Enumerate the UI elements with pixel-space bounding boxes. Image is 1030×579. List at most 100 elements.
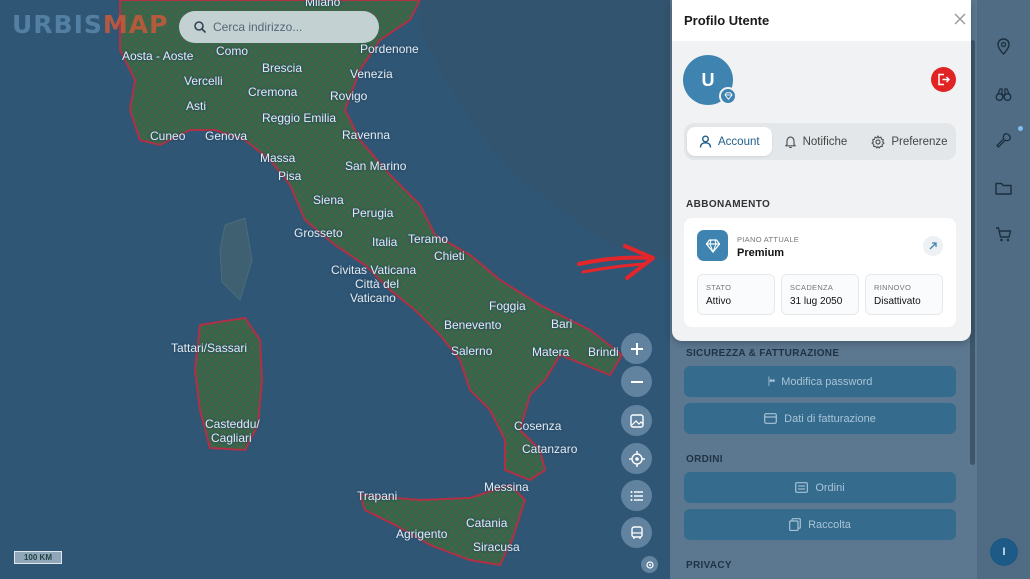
orders-section-title: ORDINI [686, 454, 723, 465]
city-label: Cuneo [150, 129, 186, 143]
search-input[interactable] [213, 20, 363, 34]
locate-me-button[interactable] [621, 443, 652, 474]
stat-status: STATO Attivo [697, 274, 775, 315]
city-label: Siena [313, 193, 344, 207]
tab-account[interactable]: Account [687, 127, 772, 156]
address-search-box[interactable] [179, 11, 379, 43]
wrench-icon[interactable] [995, 132, 1012, 149]
map-settings-button[interactable] [641, 556, 658, 573]
card-title: Profilo Utente [684, 13, 770, 28]
profile-tabs: Account Notifiche Preferenze [684, 123, 956, 160]
documents-icon [789, 518, 801, 531]
user-avatar-button[interactable]: I [990, 538, 1018, 566]
orders-button[interactable]: Ordini [684, 472, 956, 503]
profile-card: Profilo Utente U Account Notifiche Prefe… [672, 0, 971, 341]
city-label: Perugia [352, 206, 394, 220]
city-label: Bari [551, 317, 573, 331]
close-icon[interactable] [953, 12, 967, 26]
zoom-in-button[interactable] [621, 333, 652, 364]
city-label: Messina [484, 480, 529, 494]
bus-icon [630, 525, 643, 539]
city-label: Siracusa [473, 540, 520, 554]
folder-icon[interactable] [995, 180, 1012, 197]
city-label: Tattari/Sassari [171, 341, 248, 355]
card-header: Profilo Utente [672, 0, 971, 41]
crosshair-icon [628, 450, 645, 467]
bell-icon [784, 136, 796, 148]
plan-details-button[interactable] [923, 236, 943, 256]
cart-icon[interactable] [995, 226, 1012, 243]
tab-account-label: Account [718, 135, 760, 148]
logout-icon [938, 73, 950, 86]
location-pin-icon[interactable] [995, 38, 1012, 55]
urbismap-logo[interactable]: URBISMAP [12, 12, 168, 37]
change-password-button[interactable]: |•• Modifica password [684, 366, 956, 397]
city-label: Massa [260, 151, 296, 165]
logo-text-map: MAP [102, 10, 169, 39]
city-label: Brindi [588, 345, 619, 359]
list-icon [630, 490, 643, 501]
map-view[interactable]: Milano Aosta - Aoste Como Pordenone Bres… [0, 0, 670, 579]
search-icon [194, 21, 207, 34]
collection-button[interactable]: Raccolta [684, 509, 956, 540]
logout-button[interactable] [931, 67, 956, 92]
city-label: Foggia [489, 299, 526, 313]
city-label: Venezia [350, 67, 393, 81]
city-label: Genova [205, 129, 248, 143]
image-icon [629, 413, 644, 428]
change-password-label: Modifica password [781, 375, 873, 388]
collection-label: Raccolta [808, 518, 851, 531]
city-label: Casteddu/ [205, 417, 260, 431]
binoculars-icon[interactable] [995, 86, 1012, 103]
plus-icon [630, 342, 643, 355]
plan-name: Premium [737, 247, 785, 259]
legend-list-button[interactable] [621, 480, 652, 511]
tab-preferences[interactable]: Preferenze [859, 127, 959, 156]
right-sidebar: I [977, 0, 1030, 579]
map-canvas[interactable] [0, 0, 670, 579]
privacy-section-title: PRIVACY [686, 560, 732, 571]
plan-icon [697, 230, 728, 261]
city-label: Vercelli [184, 74, 223, 88]
stat-expiry-value: 31 lug 2050 [790, 296, 843, 307]
balkan-coast [420, 0, 670, 260]
gear-icon [645, 560, 654, 569]
city-label: Como [216, 44, 249, 58]
city-label: Grosseto [294, 226, 343, 240]
arrow-up-right-icon [929, 242, 937, 250]
notification-dot [1018, 126, 1023, 131]
city-label: Milano [305, 0, 341, 9]
receipt-icon [795, 482, 809, 493]
transit-button[interactable] [621, 517, 652, 548]
city-label: Catanzaro [522, 442, 578, 456]
city-label: Trapani [357, 489, 398, 503]
city-label: San Marino [345, 159, 407, 173]
stat-expiry-key: SCADENZA [790, 283, 834, 292]
city-label: Cosenza [514, 419, 562, 433]
city-label: Reggio Emilia [262, 111, 337, 125]
diamond-icon [723, 92, 733, 100]
tab-notifications[interactable]: Notifiche [772, 127, 860, 156]
user-icon [699, 135, 712, 148]
stat-renewal-key: RINNOVO [874, 283, 912, 292]
map-layers-button[interactable] [621, 405, 652, 436]
tab-preferences-label: Preferenze [891, 135, 948, 148]
security-section-title: SICUREZZA & FATTURAZIONE [686, 348, 840, 359]
credit-card-icon [764, 413, 778, 424]
city-label: Pordenone [360, 42, 419, 56]
tab-notifications-label: Notifiche [802, 135, 848, 148]
city-label: Pisa [278, 169, 302, 183]
stat-status-key: STATO [706, 283, 732, 292]
city-label: Teramo [408, 232, 449, 246]
city-label: Città del [355, 277, 400, 291]
billing-data-button[interactable]: Dati di fatturazione [684, 403, 956, 434]
stat-renewal: RINNOVO Disattivato [865, 274, 943, 315]
city-label: Agrigento [396, 527, 448, 541]
city-label: Brescia [262, 61, 303, 75]
zoom-out-button[interactable] [621, 366, 652, 397]
annotation-arrow [577, 244, 655, 280]
city-label: Aosta - Aoste [122, 49, 194, 63]
city-label: Matera [532, 345, 570, 359]
gear-icon [871, 134, 885, 149]
city-label: Salerno [451, 344, 493, 358]
